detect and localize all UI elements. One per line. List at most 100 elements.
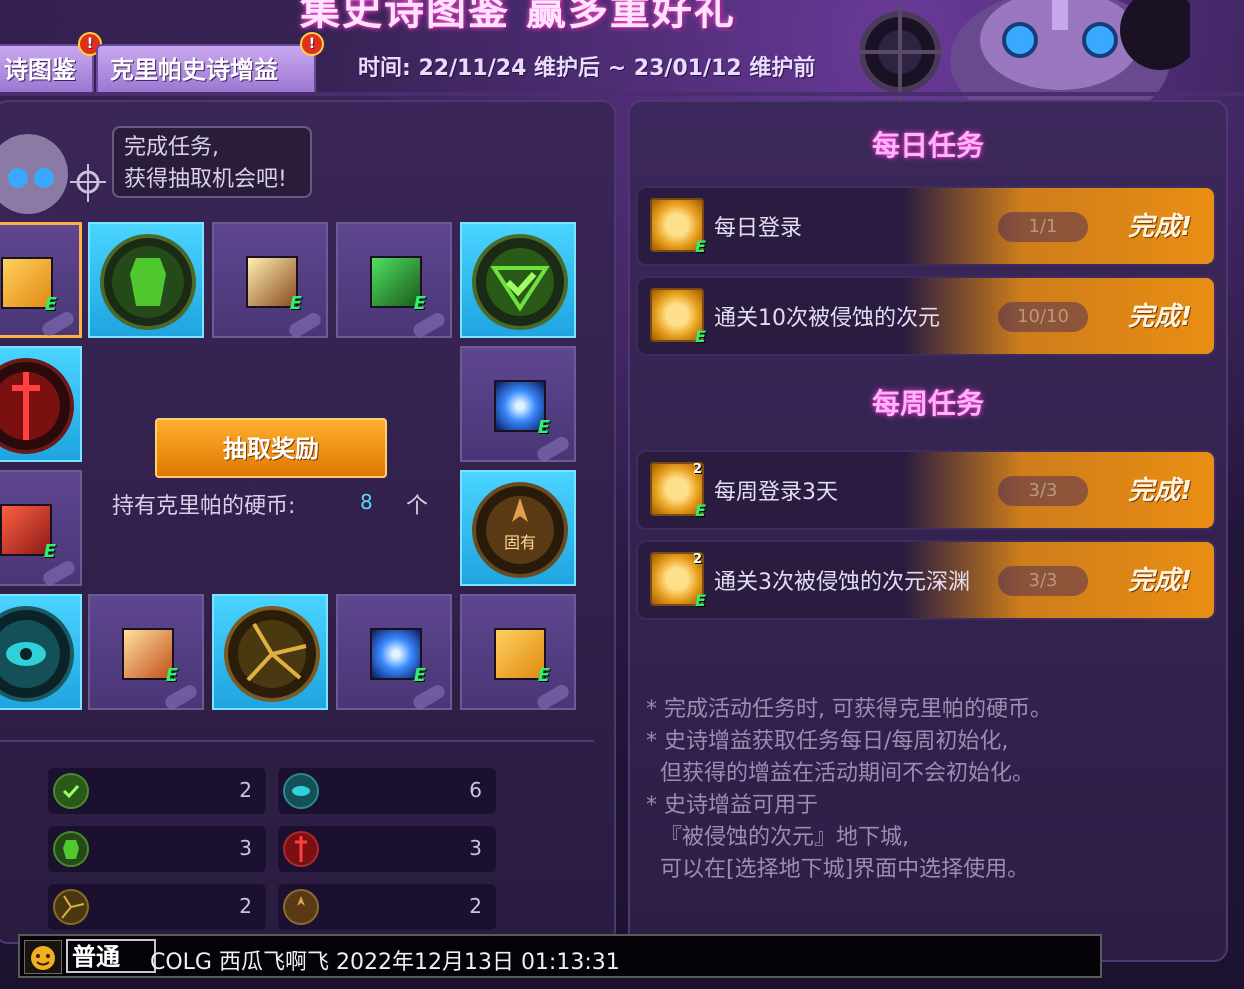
coin-reward-icon: 2E xyxy=(650,462,706,520)
green-armor-emblem-icon xyxy=(100,234,196,330)
teal-eye-emblem-icon xyxy=(0,606,74,702)
board-cell-emblem[interactable]: 固有 xyxy=(460,470,576,586)
banner-title: 集史诗图鉴 赢多重好礼 xyxy=(300,0,736,34)
emblem-count: 2 xyxy=(48,884,266,930)
draw-reward-button[interactable]: 抽取奖励 xyxy=(155,418,387,478)
emblem-count-value: 2 xyxy=(469,894,482,918)
bronze-crest-emblem-icon: 固有 xyxy=(472,482,568,578)
hint-line: 完成任务, xyxy=(124,135,219,160)
orange-gem-item-icon: E xyxy=(494,628,550,686)
emblem-count-value: 3 xyxy=(239,836,252,860)
green-check-emblem-icon xyxy=(53,773,89,809)
gold-dial-emblem-icon xyxy=(224,606,320,702)
board-cell[interactable]: E xyxy=(336,594,452,712)
panel-divider xyxy=(0,740,594,742)
daily-tasks-title: 每日任务 xyxy=(871,129,984,162)
chat-bar[interactable]: 普通 COLG 西瓜飞啊飞 2022年12月13日 01:13:31 xyxy=(18,934,1102,978)
board-cell-selected[interactable]: E xyxy=(0,222,82,339)
coin-count: 持有克里帕的硬币: 8 个 xyxy=(112,488,428,520)
emblem-count-value: 2 xyxy=(239,894,252,918)
coin-unit: 个 xyxy=(406,494,429,519)
bone-icon xyxy=(410,682,448,712)
task-complete-status: 完成! xyxy=(1128,302,1192,332)
teal-eye-emblem-icon xyxy=(283,773,319,809)
orange-gem-item-icon: E xyxy=(1,257,57,315)
emblem-count: 3 xyxy=(48,826,266,872)
alert-icon: ! xyxy=(300,32,324,56)
bone-icon xyxy=(534,434,572,464)
chat-channel-selector[interactable]: 普通 xyxy=(66,939,156,973)
note-line: 可以在[选择地下城]界面中选择使用。 xyxy=(646,857,1030,882)
board-cell[interactable]: E xyxy=(460,594,576,712)
board-cell-emblem[interactable] xyxy=(88,222,204,338)
note-line: * 史诗增益获取任务每日/每周初始化, xyxy=(646,729,1009,754)
tab-epic-collection[interactable]: 诗图鉴 ! xyxy=(0,32,102,92)
coin-reward-icon: 2E xyxy=(650,552,706,610)
emblem-count-value: 2 xyxy=(239,778,252,802)
blue-swirl-item-icon: E xyxy=(370,628,426,686)
emblem-count: 6 xyxy=(278,768,496,814)
board-cell-emblem[interactable] xyxy=(460,222,576,338)
tab-label: 诗图鉴 xyxy=(4,56,76,84)
red-blade-item-icon: E xyxy=(0,504,56,562)
task-progress: 1/1 xyxy=(998,212,1088,242)
emblem-count: 3 xyxy=(278,826,496,872)
event-notes: * 完成活动任务时, 可获得克里帕的硬币。 * 史诗增益获取任务每日/每周初始化… xyxy=(646,694,1052,886)
task-name: 每日登录 xyxy=(714,216,803,241)
board-cell-emblem[interactable] xyxy=(0,346,82,462)
coin-reward-icon: E xyxy=(650,288,706,346)
task-name: 通关10次被侵蚀的次元 xyxy=(714,306,940,331)
bone-icon xyxy=(286,310,324,340)
note-line: * 完成活动任务时, 可获得克里帕的硬币。 xyxy=(646,697,1052,722)
robot-mascot-icon xyxy=(0,134,106,214)
coin-reward-icon: E xyxy=(650,198,706,256)
board-cell[interactable]: E xyxy=(0,470,82,588)
header-divider xyxy=(0,92,1244,96)
bone-icon xyxy=(162,682,200,712)
chat-emote-icon[interactable] xyxy=(24,940,62,974)
task-name: 通关3次被侵蚀的次元深渊 xyxy=(714,570,970,595)
note-line: * 史诗增益可用于 xyxy=(646,793,818,818)
task-row: E 每日登录 1/1 完成! xyxy=(636,186,1216,266)
coin-value: 8 xyxy=(360,490,373,514)
tab-kripa-epic-buff[interactable]: 克里帕史诗增益 ! xyxy=(96,32,324,92)
green-check-emblem-icon xyxy=(472,234,568,330)
sword-item-icon: E xyxy=(370,256,426,314)
emblem-label: 固有 xyxy=(504,533,536,552)
bone-icon xyxy=(534,682,572,712)
coin-label: 持有克里帕的硬币: xyxy=(112,494,296,519)
weekly-tasks-title: 每周任务 xyxy=(871,387,984,420)
bone-icon xyxy=(40,558,78,588)
board-cell[interactable]: E xyxy=(212,222,328,340)
task-complete-status: 完成! xyxy=(1128,566,1192,596)
task-progress: 3/3 xyxy=(998,476,1088,506)
board-cell-emblem[interactable] xyxy=(212,594,328,710)
tab-label: 克里帕史诗增益 xyxy=(110,56,278,84)
note-line: 『被侵蚀的次元』地下城, xyxy=(646,825,909,850)
task-name: 每周登录3天 xyxy=(714,480,838,505)
note-line: 但获得的增益在活动期间不会初始化。 xyxy=(646,761,1034,786)
task-complete-status: 完成! xyxy=(1128,476,1192,506)
red-sword-emblem-icon xyxy=(283,831,319,867)
event-period: 时间: 22/11/24 维护后 ~ 23/01/12 维护前 xyxy=(358,56,816,81)
task-row: E 通关10次被侵蚀的次元 10/10 完成! xyxy=(636,276,1216,356)
task-complete-status: 完成! xyxy=(1128,212,1192,242)
blue-swirl-item-icon: E xyxy=(494,380,550,438)
light-box-item-icon: E xyxy=(246,256,302,314)
chat-message: COLG 西瓜飞啊飞 2022年12月13日 01:13:31 xyxy=(150,950,620,975)
board-cell[interactable]: E xyxy=(88,594,204,712)
armor-box-item-icon: E xyxy=(122,628,178,686)
board-cell[interactable]: E xyxy=(336,222,452,340)
task-row: 2E 每周登录3天 3/3 完成! xyxy=(636,450,1216,530)
gold-dial-emblem-icon xyxy=(53,889,89,925)
emblem-count: 2 xyxy=(278,884,496,930)
emblem-count: 2 xyxy=(48,768,266,814)
board-cell[interactable]: E xyxy=(460,346,576,464)
task-progress: 10/10 xyxy=(998,302,1088,332)
emblem-count-value: 6 xyxy=(469,778,482,802)
task-progress: 3/3 xyxy=(998,566,1088,596)
task-row: 2E 通关3次被侵蚀的次元深渊 3/3 完成! xyxy=(636,540,1216,620)
board-cell-emblem[interactable] xyxy=(0,594,82,710)
red-sword-emblem-icon xyxy=(0,358,74,454)
green-armor-emblem-icon xyxy=(53,831,89,867)
